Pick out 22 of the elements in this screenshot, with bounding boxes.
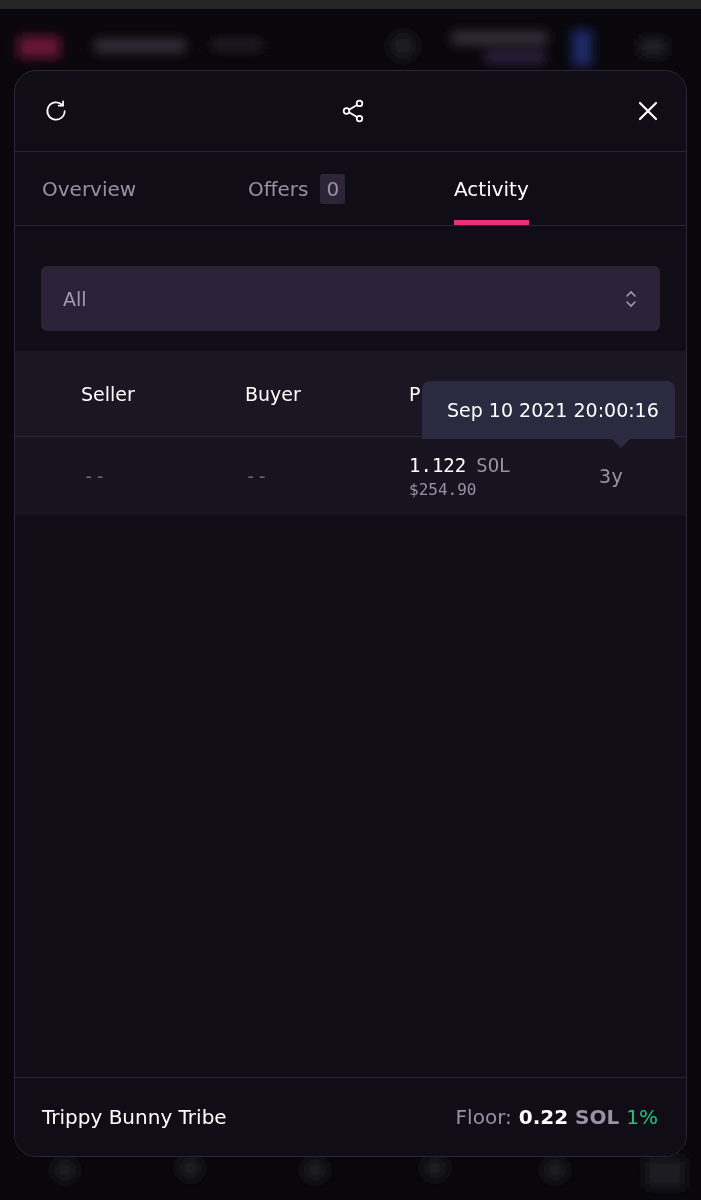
column-header: Seller	[81, 382, 136, 405]
seller-cell-text: --	[83, 465, 107, 487]
floor-value: 0.22	[518, 1105, 569, 1129]
tab[interactable]: Offers	[248, 152, 309, 225]
time-cell: 3y	[599, 464, 624, 488]
price-unit: SOL	[476, 453, 511, 476]
price-value: 1.122	[409, 453, 467, 476]
floor-unit: SOL	[575, 1105, 620, 1129]
column-header: P	[409, 382, 421, 405]
close-icon[interactable]	[636, 99, 660, 123]
date-tooltip: Sep 10 2021 20:00:16	[422, 381, 675, 448]
tab[interactable]: Overview	[42, 152, 137, 225]
chevron-up-down-icon	[624, 288, 638, 309]
usd-value: $254.90	[409, 479, 478, 499]
count-badge: 0	[320, 173, 346, 204]
filter-dropdown[interactable]: All	[41, 266, 660, 331]
floor-change: 1%	[626, 1105, 658, 1129]
collection-name: Trippy Bunny Tribe	[42, 1105, 227, 1129]
column-header: Buyer	[245, 382, 302, 405]
floor-label: Floor:	[455, 1105, 512, 1129]
buyer-cell-text: --	[245, 465, 269, 487]
tab[interactable]: Activity	[454, 152, 529, 225]
